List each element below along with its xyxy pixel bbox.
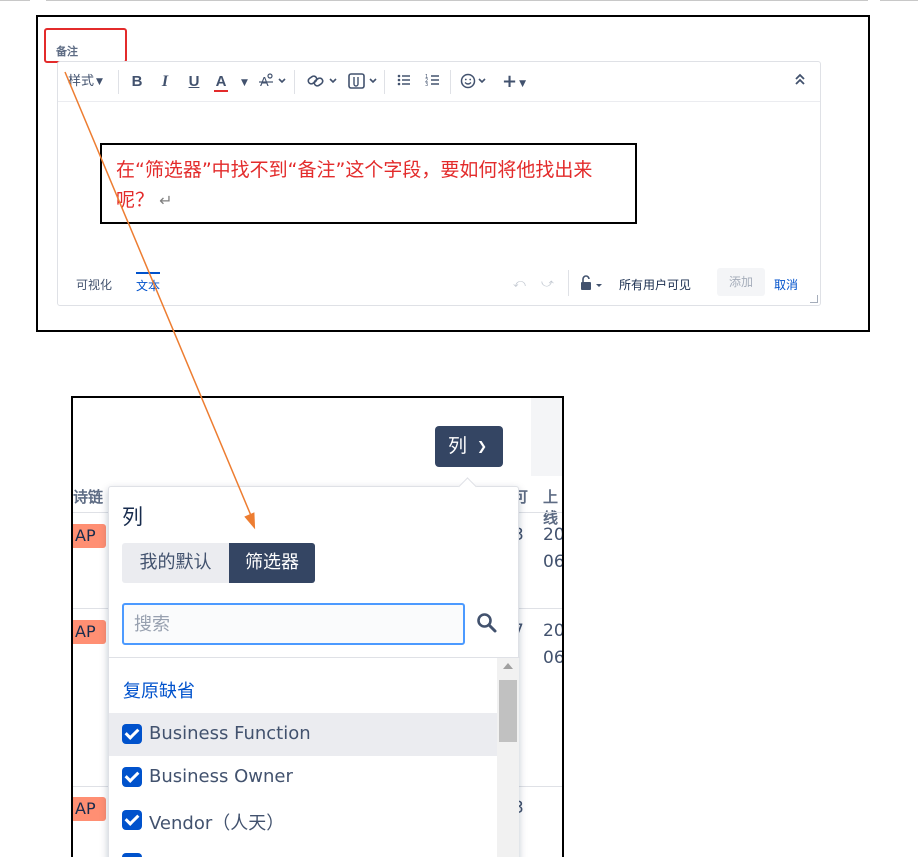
column-option-label: Business Function [149, 723, 311, 744]
column-search-input[interactable] [122, 603, 465, 645]
editor-toolbar: 样式▼ B I U A ▼ A 123 [58, 62, 820, 102]
chevron-down-icon: ❯ [477, 439, 488, 453]
annotation-callout: 在“筛选器”中找不到“备注”这个字段，要如何将他找出来呢？ ↵ [100, 143, 637, 224]
column-option-label: Vendor（人天） [149, 813, 285, 834]
checkbox-checked-icon[interactable] [122, 853, 142, 857]
checkbox-checked-icon[interactable] [122, 767, 142, 787]
add-button[interactable]: 添加 [717, 268, 765, 296]
unlock-icon [581, 275, 602, 290]
issue-list-panel: 列❯ 诗链 可 上线 AP 3 20 06 AP 7 20 06 AP 3 列 … [71, 396, 564, 857]
underline-button[interactable]: U [187, 72, 201, 92]
clear-format-icon: A [259, 73, 286, 89]
toolbar-divider [450, 70, 451, 94]
cancel-button[interactable]: 取消 [774, 276, 798, 293]
columns-button[interactable]: 列 ❯ [435, 426, 503, 467]
search-icon[interactable] [475, 611, 499, 635]
return-mark-icon: ↵ [154, 191, 173, 210]
header-background [531, 398, 562, 476]
scroll-thumb[interactable] [499, 680, 517, 742]
column-option[interactable]: Business Function [109, 713, 497, 756]
column-option[interactable]: Vendor（人天） [109, 799, 497, 842]
tab-my-defaults[interactable]: 我的默认 [122, 543, 229, 583]
collapse-toolbar-icon[interactable] [794, 72, 806, 92]
chevron-down-icon: ▼ [519, 79, 527, 89]
note-field-label: 备注 [56, 45, 78, 58]
toolbar-divider [294, 70, 295, 94]
editor-footer: 可视化 文本 ⤺ ⤻ 所有用户可见 添加 取消 [58, 262, 820, 306]
bullet-list-icon [397, 74, 410, 86]
table-cell: 20 [543, 525, 564, 545]
popup-pointer [458, 477, 477, 496]
footer-divider [568, 270, 569, 296]
chevron-down-icon: ▼ [96, 77, 103, 87]
plus-icon: + [502, 71, 518, 92]
attachment-icon [348, 73, 377, 89]
popup-title: 列 [122, 505, 143, 529]
text-style-dropdown[interactable]: 样式 ▼ [68, 72, 103, 92]
callout-text: 在“筛选器”中找不到“备注”这个字段，要如何将他找出来呢？ [116, 159, 593, 211]
link-dropdown[interactable] [306, 72, 340, 92]
resize-handle[interactable] [810, 295, 818, 303]
undo-icon[interactable]: ⤺ [513, 276, 526, 291]
toolbar-divider [384, 70, 385, 94]
attachment-dropdown[interactable] [347, 72, 381, 92]
status-badge: AP [73, 620, 106, 644]
redo-icon[interactable]: ⤻ [541, 276, 554, 291]
checkbox-checked-icon[interactable] [122, 724, 142, 744]
emoji-dropdown[interactable] [460, 72, 490, 92]
table-cell: 06 [543, 648, 564, 668]
column-header-launch: 上线 [543, 488, 559, 527]
column-option-label: Business Owner [149, 766, 293, 787]
insert-dropdown[interactable]: + ▼ [502, 72, 526, 92]
columns-button-label: 列 [448, 435, 468, 457]
status-badge: AP [73, 524, 106, 548]
popup-scrollbar[interactable] [497, 658, 519, 857]
checkbox-checked-icon[interactable] [122, 810, 142, 830]
page-top-edge [0, 0, 918, 1]
popup-divider [109, 657, 520, 658]
scroll-up-arrow-icon[interactable] [503, 663, 513, 669]
numbered-list-button[interactable]: 123 [425, 72, 441, 92]
text-style-label: 样式 [68, 74, 95, 89]
column-picker-popup: 列 我的默认 筛选器 复原缺省 Business Function Busine… [108, 477, 520, 857]
chevron-down-icon[interactable]: ▼ [239, 72, 248, 92]
table-cell: 20 [543, 621, 564, 641]
toolbar-divider [118, 70, 119, 94]
visibility-label: 所有用户可见 [619, 278, 692, 292]
tab-text-mode[interactable]: 文本 [136, 272, 161, 294]
tab-filter[interactable]: 筛选器 [229, 543, 315, 583]
status-badge: AP [73, 797, 106, 821]
double-chevron-up-icon [795, 73, 805, 85]
more-formatting-dropdown[interactable]: A [259, 72, 289, 92]
visibility-dropdown[interactable] [579, 275, 607, 294]
bullet-list-button[interactable] [396, 72, 412, 92]
emoji-icon [460, 73, 486, 89]
table-cell: 06 [543, 552, 564, 572]
bold-button[interactable]: B [130, 72, 144, 92]
text-color-button[interactable]: A [214, 72, 228, 92]
italic-button[interactable]: I [159, 72, 171, 92]
column-header-link: 诗链 [73, 488, 104, 506]
tab-visual-mode[interactable]: 可视化 [76, 276, 112, 293]
column-option[interactable] [109, 842, 497, 857]
column-option[interactable]: Business Owner [109, 756, 497, 799]
svg-text:3: 3 [425, 82, 428, 88]
numbered-list-icon: 123 [425, 74, 439, 88]
link-icon [307, 75, 337, 87]
reset-defaults-link[interactable]: 复原缺省 [123, 677, 195, 703]
